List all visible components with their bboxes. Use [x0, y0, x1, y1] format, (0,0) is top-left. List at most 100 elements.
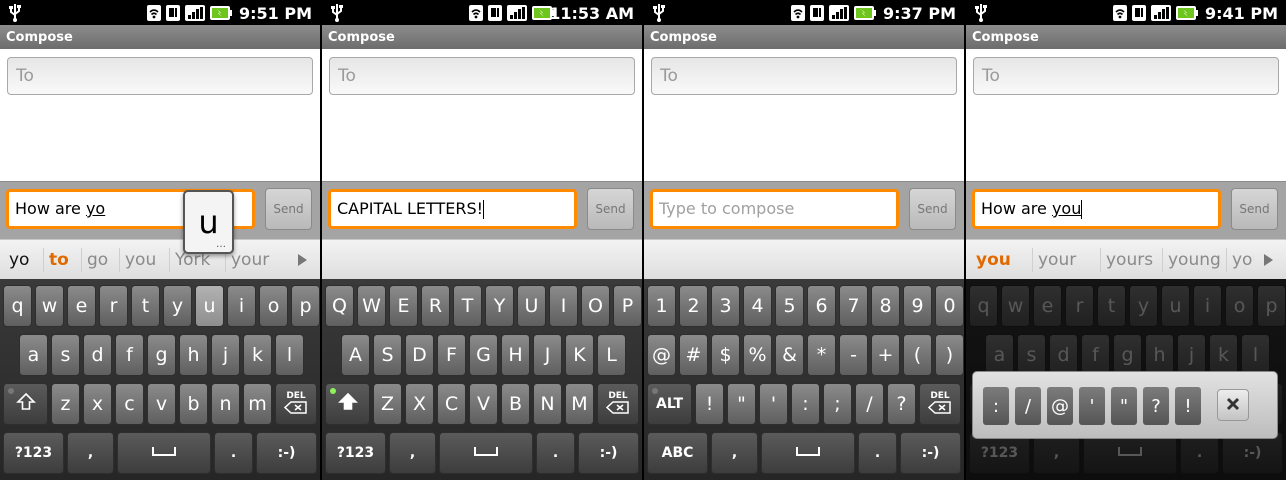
key-24[interactable]: B [501, 383, 530, 425]
key-13[interactable]: f [115, 334, 144, 376]
key-9[interactable]: 0 [935, 285, 964, 327]
key-12[interactable]: D [405, 334, 434, 376]
space-key[interactable] [439, 432, 533, 474]
key-22[interactable]: c [115, 383, 144, 425]
key-17[interactable]: k [243, 334, 272, 376]
key-21[interactable]: x [83, 383, 112, 425]
mode-key[interactable]: ?123 [325, 432, 386, 474]
key-15[interactable]: * [807, 334, 836, 376]
key-14[interactable]: g [147, 334, 176, 376]
key-5[interactable]: y [163, 285, 192, 327]
key-14[interactable]: & [775, 334, 804, 376]
key-4[interactable]: T [453, 285, 482, 327]
alt-key[interactable]: ALT [647, 383, 692, 425]
key-7[interactable]: 8 [871, 285, 900, 327]
key-10[interactable]: @ [647, 334, 676, 376]
candidate-more-arrow-icon[interactable] [1264, 254, 1273, 266]
smiley-key[interactable]: :-) [256, 432, 317, 474]
suggestion-item[interactable]: to [49, 250, 69, 270]
key-5[interactable]: 6 [807, 285, 836, 327]
key-14[interactable]: G [469, 334, 498, 376]
candidate-more-arrow-icon[interactable] [298, 254, 307, 266]
to-field[interactable]: To [7, 57, 313, 95]
send-button[interactable]: Send [265, 188, 312, 230]
key-11[interactable]: S [373, 334, 402, 376]
key-8[interactable]: 9 [903, 285, 932, 327]
period-key[interactable]: . [858, 432, 897, 474]
key-25[interactable]: n [211, 383, 240, 425]
comma-key[interactable]: , [389, 432, 436, 474]
key-17[interactable]: + [871, 334, 900, 376]
key-23[interactable]: : [791, 383, 820, 425]
key-9[interactable]: p [291, 285, 320, 327]
message-field[interactable]: How are you [972, 189, 1221, 229]
message-field[interactable]: CAPITAL LETTERS! [328, 189, 577, 229]
key-6[interactable]: u [195, 285, 224, 327]
key-13[interactable]: F [437, 334, 466, 376]
key-8[interactable]: O [581, 285, 610, 327]
mode-key[interactable]: ABC [647, 432, 708, 474]
popup-key[interactable]: : [983, 387, 1009, 425]
popup-key[interactable]: ! [1175, 387, 1201, 425]
key-25[interactable]: / [855, 383, 884, 425]
delete-key[interactable]: DEL [919, 383, 961, 425]
key-0[interactable]: Q [325, 285, 354, 327]
key-7[interactable]: i [227, 285, 256, 327]
key-19[interactable]: ) [935, 334, 964, 376]
key-18[interactable]: L [597, 334, 626, 376]
key-25[interactable]: N [533, 383, 562, 425]
period-key[interactable]: . [214, 432, 253, 474]
delete-key[interactable]: DEL [275, 383, 317, 425]
key-20[interactable]: ! [695, 383, 724, 425]
key-11[interactable]: # [679, 334, 708, 376]
to-field[interactable]: To [973, 57, 1279, 95]
suggestion-item[interactable]: yours [1106, 250, 1153, 270]
key-10[interactable]: A [341, 334, 370, 376]
popup-key[interactable]: ' [1079, 387, 1105, 425]
key-3[interactable]: R [421, 285, 450, 327]
mode-key[interactable]: ?123 [3, 432, 64, 474]
comma-key[interactable]: , [711, 432, 758, 474]
popup-key[interactable]: ? [1143, 387, 1169, 425]
suggestion-item[interactable]: your [1038, 250, 1076, 270]
key-20[interactable]: z [51, 383, 80, 425]
key-12[interactable]: $ [711, 334, 740, 376]
key-22[interactable]: ' [759, 383, 788, 425]
key-8[interactable]: o [259, 285, 288, 327]
key-4[interactable]: 5 [775, 285, 804, 327]
delete-key[interactable]: DEL [597, 383, 639, 425]
suggestion-item[interactable]: you [1232, 250, 1254, 270]
comma-key[interactable]: , [67, 432, 114, 474]
key-11[interactable]: s [51, 334, 80, 376]
key-6[interactable]: U [517, 285, 546, 327]
shift-key[interactable] [325, 383, 370, 425]
key-2[interactable]: e [67, 285, 96, 327]
send-button[interactable]: Send [1231, 188, 1278, 230]
key-23[interactable]: V [469, 383, 498, 425]
send-button[interactable]: Send [587, 188, 634, 230]
key-15[interactable]: h [179, 334, 208, 376]
key-7[interactable]: I [549, 285, 578, 327]
key-26[interactable]: m [243, 383, 272, 425]
key-26[interactable]: ? [887, 383, 916, 425]
key-2[interactable]: E [389, 285, 418, 327]
popup-close-button[interactable] [1217, 389, 1249, 421]
space-key[interactable] [117, 432, 211, 474]
key-1[interactable]: w [35, 285, 64, 327]
message-field[interactable]: Type to compose [650, 189, 899, 229]
popup-key[interactable]: @ [1047, 387, 1073, 425]
key-21[interactable]: X [405, 383, 434, 425]
key-3[interactable]: r [99, 285, 128, 327]
key-20[interactable]: Z [373, 383, 402, 425]
key-26[interactable]: M [565, 383, 594, 425]
popup-key[interactable]: " [1111, 387, 1137, 425]
period-key[interactable]: . [536, 432, 575, 474]
key-9[interactable]: P [613, 285, 642, 327]
key-3[interactable]: 4 [743, 285, 772, 327]
suggestion-item[interactable]: yo [9, 250, 29, 270]
key-2[interactable]: 3 [711, 285, 740, 327]
key-21[interactable]: " [727, 383, 756, 425]
to-field[interactable]: To [329, 57, 635, 95]
key-16[interactable]: - [839, 334, 868, 376]
key-17[interactable]: K [565, 334, 594, 376]
